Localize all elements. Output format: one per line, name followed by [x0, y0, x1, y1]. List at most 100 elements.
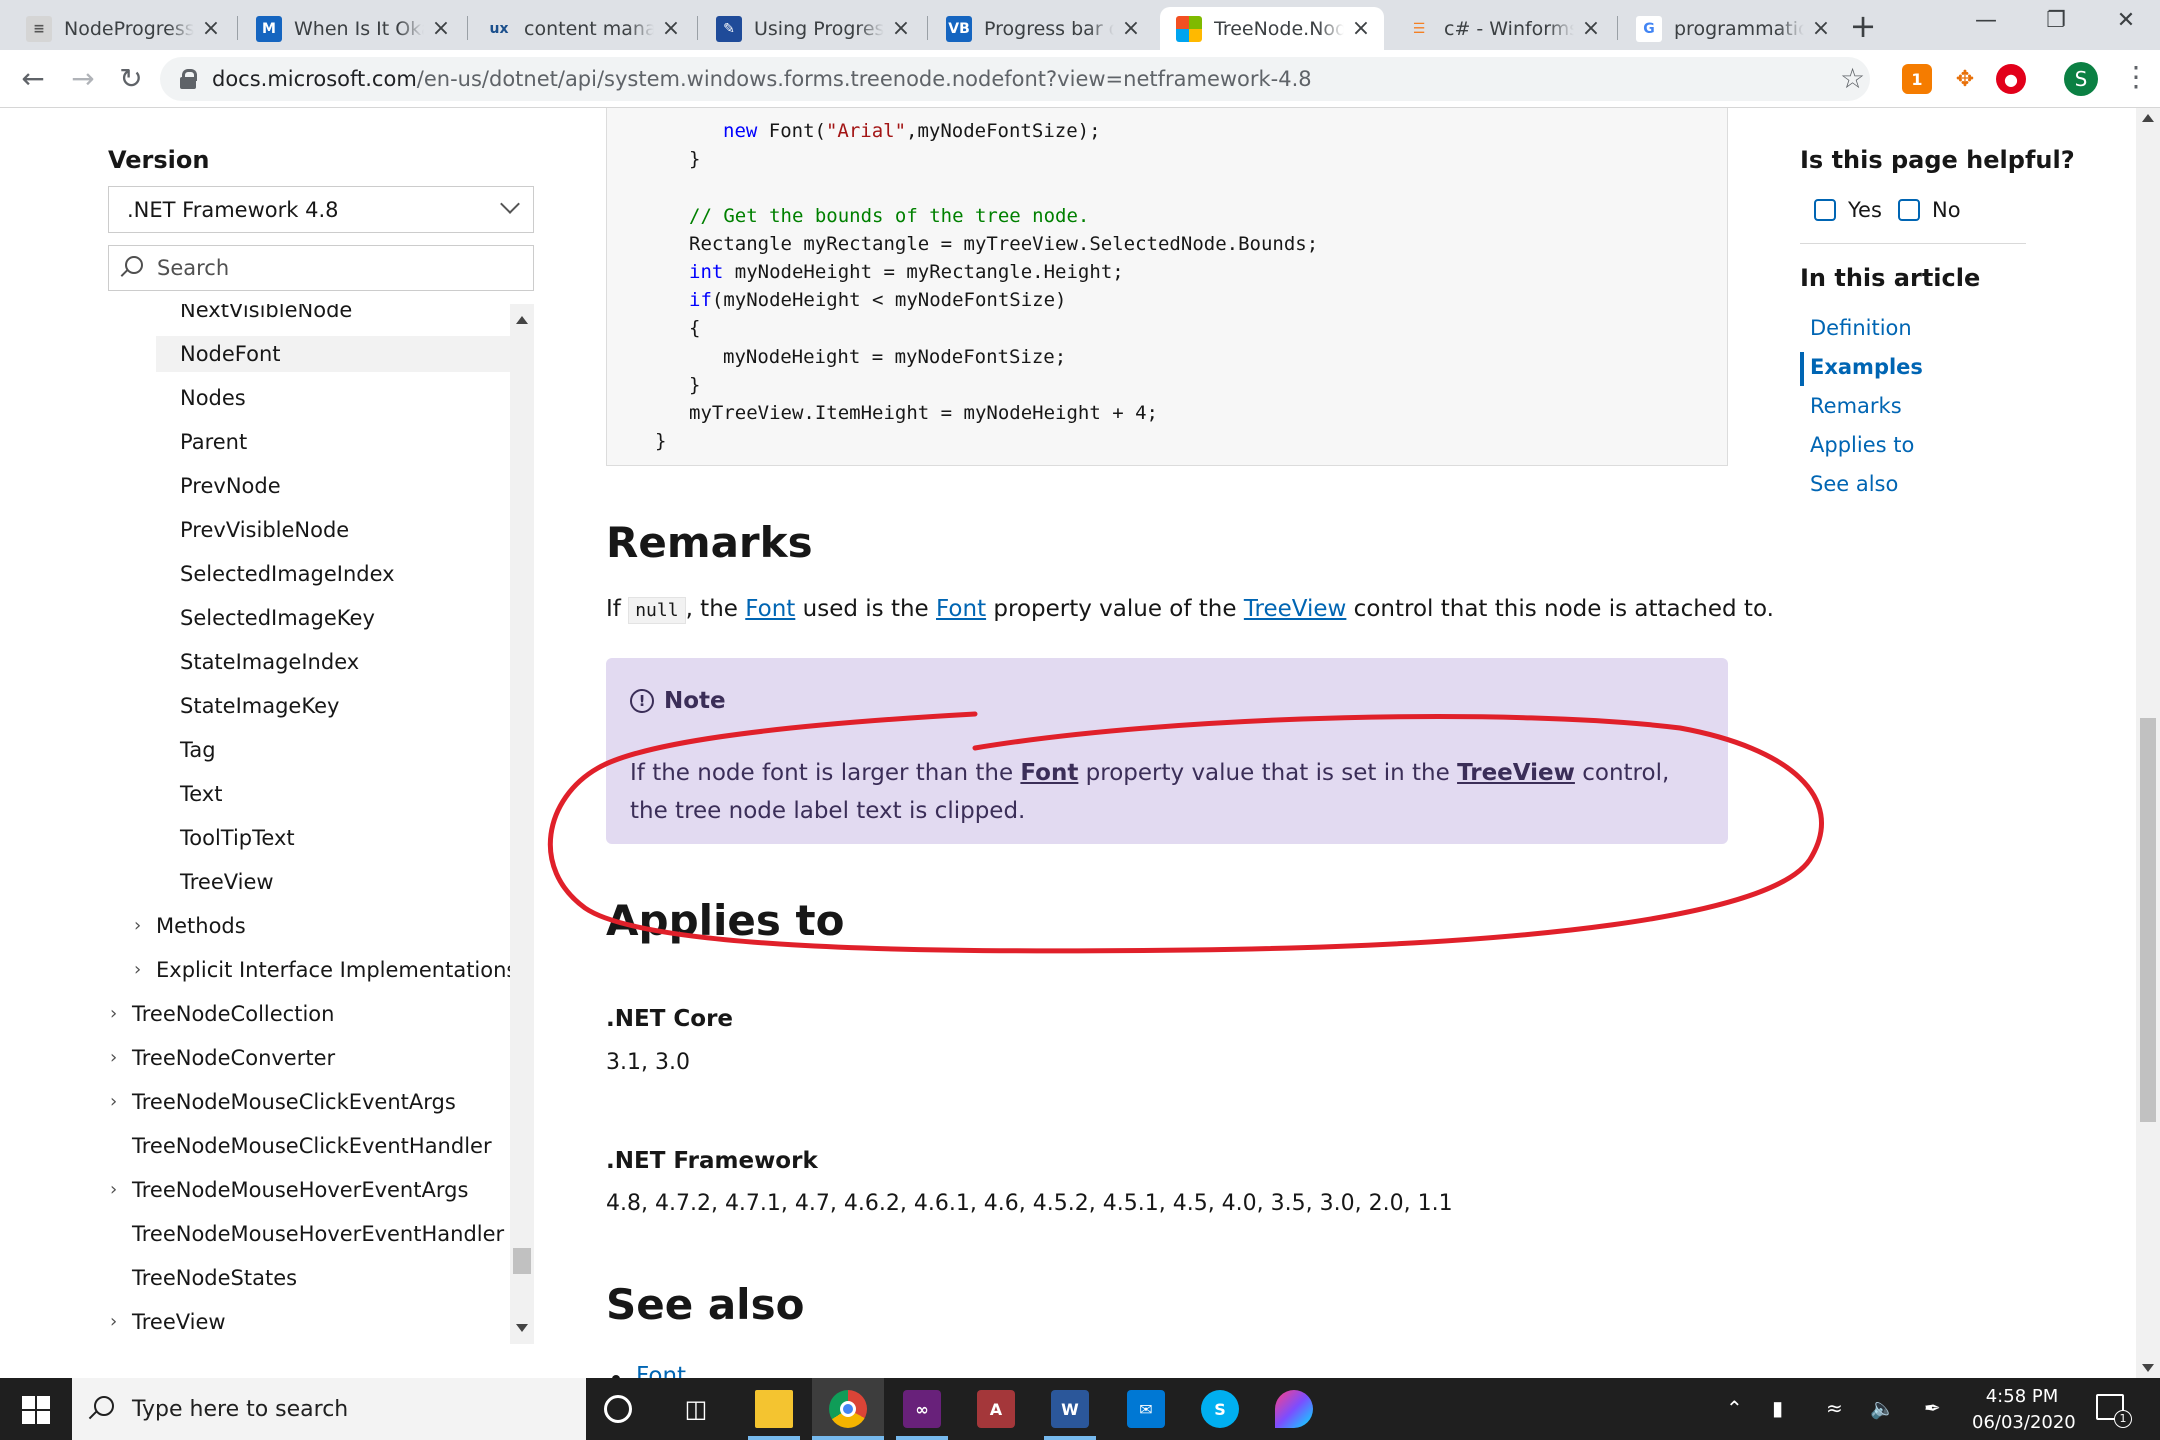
- toc-item[interactable]: › Methods: [132, 908, 510, 944]
- browser-tab[interactable]: VB Progress bar on ×: [930, 7, 1154, 50]
- toc-item[interactable]: NodeFont: [156, 336, 510, 372]
- adblock-extension-icon[interactable]: ●: [1996, 64, 2026, 94]
- wifi-icon[interactable]: ≈: [1826, 1396, 1843, 1420]
- close-tab-icon[interactable]: ×: [1810, 16, 1832, 41]
- close-tab-icon[interactable]: ×: [1580, 16, 1602, 41]
- toc-item[interactable]: › Explicit Interface Implementations: [132, 952, 510, 988]
- version-dropdown[interactable]: .NET Framework 4.8: [108, 186, 534, 233]
- toc-item[interactable]: PrevVisibleNode: [156, 512, 510, 548]
- browser-menu-icon[interactable]: ⋮: [2122, 62, 2150, 92]
- close-tab-icon[interactable]: ×: [890, 16, 912, 41]
- toc-item[interactable]: TreeNodeMouseHoverEventHandler: [108, 1216, 510, 1252]
- toc-item[interactable]: TreeView: [156, 864, 510, 900]
- font-link[interactable]: Font: [745, 596, 795, 622]
- browser-tab[interactable]: ☰ c# - Winforms Tr ×: [1390, 7, 1614, 50]
- url-bar[interactable]: docs.microsoft.com/en-us/dotnet/api/syst…: [160, 57, 1870, 101]
- toc-item[interactable]: › TreeView: [108, 1304, 510, 1340]
- clock-time[interactable]: 4:58 PM: [1972, 1386, 2072, 1407]
- toc-item[interactable]: TreeNodeMouseClickEventHandler: [108, 1128, 510, 1164]
- pen-icon[interactable]: ✒: [1924, 1396, 1941, 1420]
- windows-start-icon[interactable]: [22, 1396, 50, 1424]
- scroll-up-icon[interactable]: [2142, 114, 2154, 122]
- mail-icon[interactable]: ✉: [1127, 1390, 1165, 1428]
- browser-tab[interactable]: ≡ NodeProgressBar ×: [10, 7, 234, 50]
- access-icon[interactable]: A: [977, 1390, 1015, 1428]
- browser-tab[interactable]: Gprogrammatically ×: [1620, 7, 1844, 50]
- notification-center-icon[interactable]: 1: [2096, 1394, 2132, 1428]
- chrome-icon[interactable]: [829, 1390, 867, 1428]
- chevron-right-icon[interactable]: ›: [110, 1304, 117, 1340]
- browser-tab[interactable]: ✎ Using Progressbar ×: [700, 7, 924, 50]
- chevron-right-icon[interactable]: ›: [110, 1172, 117, 1208]
- chevron-right-icon[interactable]: ›: [134, 952, 141, 988]
- profile-avatar[interactable]: S: [2064, 62, 2098, 96]
- close-tab-icon[interactable]: ×: [660, 16, 682, 41]
- in-article-link[interactable]: Remarks: [1810, 394, 1902, 418]
- toc-item[interactable]: ToolTipText: [156, 820, 510, 856]
- font-link[interactable]: Font: [936, 596, 986, 622]
- chevron-right-icon[interactable]: ›: [110, 1040, 117, 1076]
- page-scroll-thumb[interactable]: [2140, 718, 2156, 1122]
- clock-date[interactable]: 06/03/2020: [1972, 1412, 2076, 1433]
- browser-tab[interactable]: TreeNode.NodeFont ×: [1160, 7, 1384, 50]
- task-view-icon[interactable]: ◫: [677, 1390, 715, 1428]
- in-article-link[interactable]: Applies to: [1810, 433, 1914, 457]
- paint3d-icon[interactable]: [1275, 1390, 1313, 1428]
- restore-button[interactable]: ❐: [2026, 6, 2086, 36]
- in-article-link[interactable]: Examples: [1810, 355, 1923, 379]
- chevron-right-icon[interactable]: ›: [134, 908, 141, 944]
- taskbar-search-box[interactable]: Type here to search: [72, 1378, 586, 1440]
- volume-icon[interactable]: 🔈: [1870, 1396, 1895, 1420]
- close-window-button[interactable]: ✕: [2096, 6, 2156, 36]
- page-scrollbar[interactable]: [2136, 108, 2160, 1378]
- toc-item[interactable]: PrevNode: [156, 468, 510, 504]
- toc-search-input[interactable]: Search: [108, 245, 534, 291]
- toc-item[interactable]: StateImageKey: [156, 688, 510, 724]
- back-arrow-icon[interactable]: ←: [14, 60, 52, 98]
- toc-item[interactable]: NextVisibleNode: [156, 304, 510, 328]
- close-tab-icon[interactable]: ×: [430, 16, 452, 41]
- forward-arrow-icon[interactable]: →: [64, 60, 102, 98]
- word-icon[interactable]: W: [1051, 1390, 1089, 1428]
- toc-item[interactable]: Tag: [156, 732, 510, 768]
- toc-item[interactable]: Nodes: [156, 380, 510, 416]
- note-treeview-link[interactable]: TreeView: [1457, 760, 1575, 786]
- extension-icon[interactable]: 1: [1902, 64, 1932, 94]
- see-also-font-link[interactable]: Font: [611, 1363, 686, 1378]
- visual-studio-icon[interactable]: ∞: [903, 1390, 941, 1428]
- fox-extension-icon[interactable]: ✥: [1950, 64, 1980, 94]
- toc-item[interactable]: › TreeNodeConverter: [108, 1040, 510, 1076]
- no-feedback-button[interactable]: No: [1898, 198, 1961, 222]
- toc-item[interactable]: SelectedImageIndex: [156, 556, 510, 592]
- toc-scroll-thumb[interactable]: [513, 1248, 531, 1274]
- cortana-icon[interactable]: [604, 1395, 632, 1423]
- skype-icon[interactable]: S: [1201, 1390, 1239, 1428]
- browser-tab[interactable]: ux content management ×: [470, 7, 694, 50]
- close-tab-icon[interactable]: ×: [200, 16, 222, 41]
- chevron-right-icon[interactable]: ›: [110, 996, 117, 1032]
- scroll-down-icon[interactable]: [516, 1324, 528, 1332]
- close-tab-icon[interactable]: ×: [1120, 16, 1142, 41]
- toc-item[interactable]: Text: [156, 776, 510, 812]
- toc-item[interactable]: SelectedImageKey: [156, 600, 510, 636]
- in-article-link[interactable]: See also: [1810, 472, 1898, 496]
- new-tab-button[interactable]: +: [1845, 8, 1881, 44]
- browser-tab[interactable]: M When Is It Okay ×: [240, 7, 464, 50]
- file-explorer-icon[interactable]: [755, 1390, 793, 1428]
- show-hidden-icons-chevron-up-icon[interactable]: ⌃: [1726, 1396, 1743, 1420]
- bookmark-star-icon[interactable]: ☆: [1840, 62, 1865, 95]
- toc-item[interactable]: › TreeNodeCollection: [108, 996, 510, 1032]
- toc-item[interactable]: StateImageIndex: [156, 644, 510, 680]
- yes-feedback-button[interactable]: Yes: [1814, 198, 1882, 222]
- chevron-right-icon[interactable]: ›: [110, 1084, 117, 1120]
- toc-scrollbar[interactable]: [510, 304, 534, 1344]
- minimize-button[interactable]: —: [1956, 6, 2016, 36]
- battery-icon[interactable]: ▮: [1772, 1396, 1783, 1420]
- in-article-link[interactable]: Definition: [1810, 316, 1912, 340]
- toc-item[interactable]: Parent: [156, 424, 510, 460]
- toc-item[interactable]: › TreeNodeMouseClickEventArgs: [108, 1084, 510, 1120]
- treeview-link[interactable]: TreeView: [1244, 596, 1347, 622]
- scroll-up-icon[interactable]: [516, 316, 528, 324]
- reload-icon[interactable]: ↻: [112, 60, 150, 98]
- note-font-link[interactable]: Font: [1020, 760, 1078, 786]
